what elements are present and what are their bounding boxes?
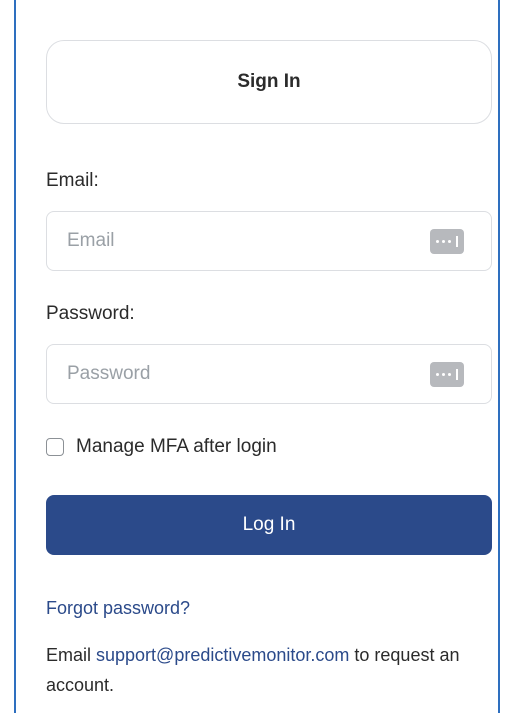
email-field-wrapper	[46, 211, 492, 271]
email-input[interactable]	[47, 212, 417, 270]
password-input[interactable]	[47, 345, 417, 403]
request-account-text: Email support@predictivemonitor.com to r…	[46, 640, 486, 700]
mfa-checkbox-label[interactable]: Manage MFA after login	[76, 436, 277, 458]
request-prefix: Email	[46, 645, 97, 665]
mfa-option: Manage MFA after login	[46, 436, 277, 458]
password-manager-icon[interactable]	[430, 229, 464, 254]
sign-in-title: Sign In	[237, 71, 301, 92]
password-field-wrapper	[46, 344, 492, 404]
mfa-checkbox[interactable]	[46, 438, 64, 456]
log-in-button[interactable]: Log In	[46, 495, 492, 555]
login-panel: Sign In Email: Password: Manage MFA afte…	[14, 0, 500, 713]
password-manager-icon[interactable]	[430, 362, 464, 387]
sign-in-header-card: Sign In	[46, 40, 492, 124]
email-label: Email:	[46, 170, 99, 191]
support-email-link[interactable]: support@predictivemonitor.com	[96, 645, 349, 665]
forgot-password-link[interactable]: Forgot password?	[46, 598, 190, 619]
password-label: Password:	[46, 303, 135, 324]
